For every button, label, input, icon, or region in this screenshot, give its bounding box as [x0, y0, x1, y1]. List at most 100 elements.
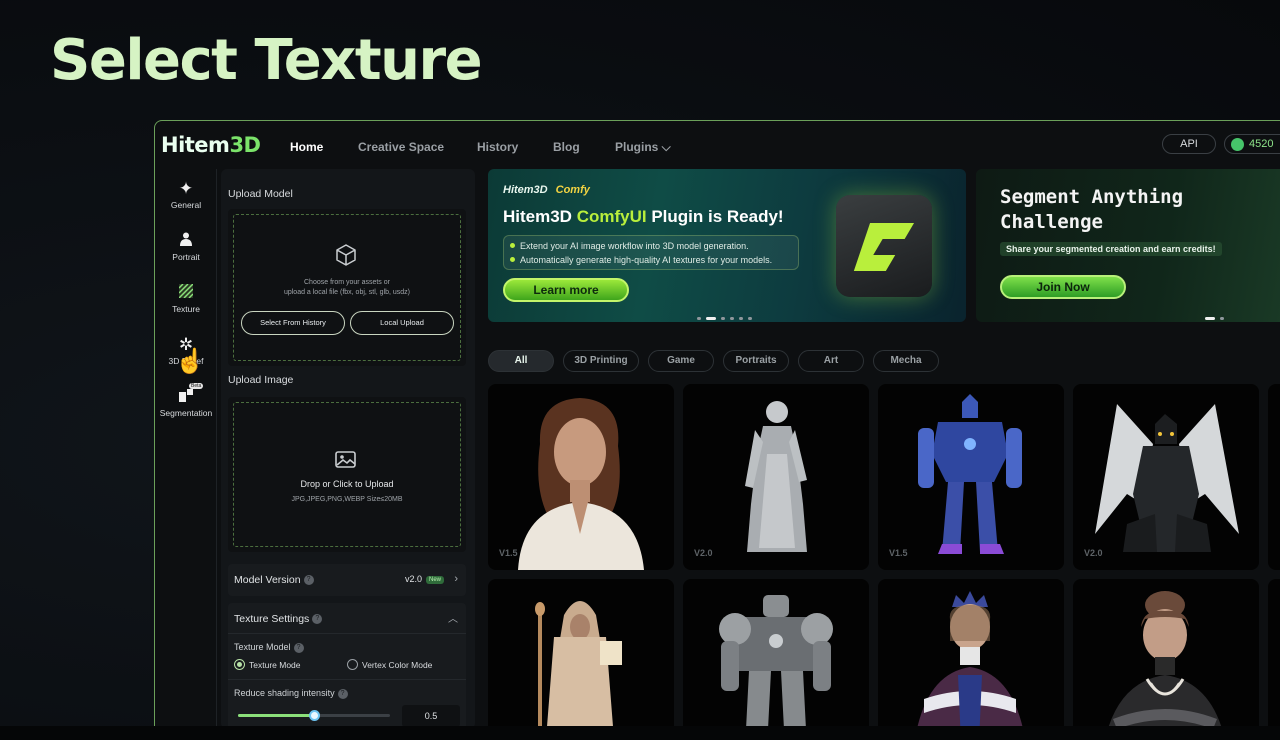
comfyui-banner[interactable]: Hitem3D Comfy Hitem3D ComfyUI Plugin is R… — [488, 169, 966, 322]
gallery-card-monk[interactable] — [488, 579, 674, 726]
gallery-card-statue[interactable]: V2.0 — [683, 384, 869, 570]
help-icon: ? — [312, 614, 323, 625]
local-upload-button[interactable]: Local Upload — [350, 311, 454, 335]
segmentation-icon — [155, 387, 217, 407]
beta-badge: Beta — [189, 383, 204, 389]
comfyui-logo-art — [836, 195, 932, 297]
version-label: V1.5 — [499, 548, 518, 558]
rail-item-segmentation[interactable]: Beta Segmentation — [155, 383, 217, 418]
new-badge: New — [425, 575, 444, 584]
segment-challenge-banner[interactable]: Segment Anything Challenge Share your seg… — [976, 169, 1280, 322]
coin-icon — [1231, 138, 1244, 151]
hitem3d-logo[interactable]: Hitem3D — [161, 133, 261, 157]
gallery-card-mech[interactable] — [683, 579, 869, 726]
banner-title: Segment Anything Challenge — [1000, 186, 1184, 233]
version-label: V2.0 — [1084, 548, 1103, 558]
winged-dark-knight-image — [1095, 404, 1239, 552]
carousel-dot[interactable] — [1204, 317, 1215, 320]
crowned-queen-image — [917, 591, 1023, 726]
filter-portraits[interactable]: Portraits — [723, 350, 789, 372]
hooded-monk-image — [535, 601, 622, 726]
hand-cursor-icon: ☝ — [175, 348, 205, 375]
divider — [228, 679, 466, 680]
help-icon: ? — [293, 642, 304, 653]
shading-value-input[interactable]: 0.5 — [402, 705, 460, 726]
carousel-dot[interactable] — [747, 317, 752, 320]
texture-settings-label[interactable]: Texture Settings? — [234, 613, 323, 625]
carousel-dot[interactable] — [1219, 317, 1224, 320]
texture-mode-radio[interactable] — [234, 659, 245, 670]
slider-handle[interactable] — [309, 710, 320, 721]
slide-title: Select Texture — [50, 28, 483, 93]
grey-mech-image — [719, 595, 833, 726]
bottom-bar — [0, 726, 1280, 740]
upload-image-dropzone[interactable]: Drop or Click to Upload JPG,JPEG,PNG,WEB… — [228, 397, 466, 552]
victorian-lady-image — [1108, 591, 1222, 726]
model-version-value: v2.0 New — [405, 574, 444, 584]
nav-history[interactable]: History — [477, 140, 518, 154]
vertex-color-mode-radio[interactable] — [347, 659, 358, 670]
nav-plugins[interactable]: Plugins ⌵ — [615, 140, 671, 155]
upload-image-title: Upload Image — [228, 374, 294, 386]
settings-panel: Upload Model Choose from your assets or … — [221, 169, 475, 726]
image-upload-icon — [335, 451, 356, 468]
chevron-up-icon[interactable]: ︿ — [448, 610, 458, 625]
carousel-dot[interactable] — [720, 317, 725, 320]
slider-fill — [238, 714, 314, 717]
vertex-color-mode-label: Vertex Color Mode — [362, 660, 433, 670]
version-label: V1.5 — [889, 548, 908, 558]
select-from-history-button[interactable]: Select From History — [241, 311, 345, 335]
credits-badge[interactable]: 4520 — [1224, 134, 1280, 154]
model-version-label: Model Version? — [234, 574, 314, 586]
filter-3d-printing[interactable]: 3D Printing — [563, 350, 639, 372]
filter-game[interactable]: Game — [648, 350, 714, 372]
upload-model-dropzone[interactable]: Choose from your assets or upload a loca… — [228, 209, 466, 366]
carousel-dot[interactable] — [696, 317, 701, 320]
texture-settings-section: Texture Settings? ︿ Texture Model? Textu… — [228, 603, 466, 726]
texture-icon — [155, 283, 217, 303]
tool-rail: ✦ General Portrait Texture ✲ 3D Relief B… — [155, 169, 217, 726]
carousel-dot[interactable] — [705, 317, 716, 320]
carousel-dot[interactable] — [729, 317, 734, 320]
chevron-right-icon: › — [454, 573, 458, 585]
gallery-card-partial[interactable] — [1268, 579, 1280, 726]
join-now-button[interactable]: Join Now — [1000, 275, 1126, 299]
carousel-dots[interactable] — [694, 307, 754, 322]
woman-portrait-image — [518, 398, 644, 570]
gallery-card-victorian[interactable] — [1073, 579, 1259, 726]
gallery-card-woman[interactable]: V1.5 — [488, 384, 674, 570]
blue-robot-image — [918, 394, 1022, 554]
learn-more-button[interactable]: Learn more — [503, 278, 629, 302]
shading-slider[interactable] — [238, 710, 390, 721]
nav-blog[interactable]: Blog — [553, 140, 580, 154]
nav-creative-space[interactable]: Creative Space — [358, 140, 444, 154]
nav-home[interactable]: Home — [290, 140, 323, 154]
filter-all[interactable]: All — [488, 350, 554, 372]
gallery-card-queen[interactable] — [878, 579, 1064, 726]
banner-subtitle: Share your segmented creation and earn c… — [1000, 242, 1222, 256]
banner-feature: Automatically generate high-quality AI t… — [510, 254, 792, 268]
texture-mode-label: Texture Mode — [249, 660, 301, 670]
banner-logo: Hitem3D Comfy — [503, 184, 590, 196]
upload-model-title: Upload Model — [228, 188, 293, 200]
rail-item-portrait[interactable]: Portrait — [155, 231, 217, 262]
banner-feature: Extend your AI image workflow into 3D mo… — [510, 240, 792, 254]
texture-model-label: Texture Model? — [234, 642, 304, 653]
version-label: V2.0 — [694, 548, 713, 558]
banner-feature-list: Extend your AI image workflow into 3D mo… — [503, 235, 799, 270]
filter-art[interactable]: Art — [798, 350, 864, 372]
gallery-card-robot[interactable]: V1.5 — [878, 384, 1064, 570]
help-icon: ? — [337, 688, 348, 699]
rail-item-texture[interactable]: Texture — [155, 283, 217, 314]
gallery-card-partial[interactable] — [1268, 384, 1280, 570]
help-icon: ? — [303, 575, 314, 586]
rail-item-general[interactable]: ✦ General — [155, 179, 217, 210]
gallery-card-winged[interactable]: V2.0 — [1073, 384, 1259, 570]
top-nav: Hitem3D Home Creative Space History Blog… — [155, 121, 1280, 169]
carousel-dots[interactable] — [1202, 307, 1226, 322]
carousel-dot[interactable] — [738, 317, 743, 320]
api-button[interactable]: API — [1162, 134, 1216, 154]
filter-mecha[interactable]: Mecha — [873, 350, 939, 372]
app-window: Hitem3D Home Creative Space History Blog… — [154, 120, 1280, 726]
model-version-row[interactable]: Model Version? v2.0 New › — [228, 564, 466, 596]
